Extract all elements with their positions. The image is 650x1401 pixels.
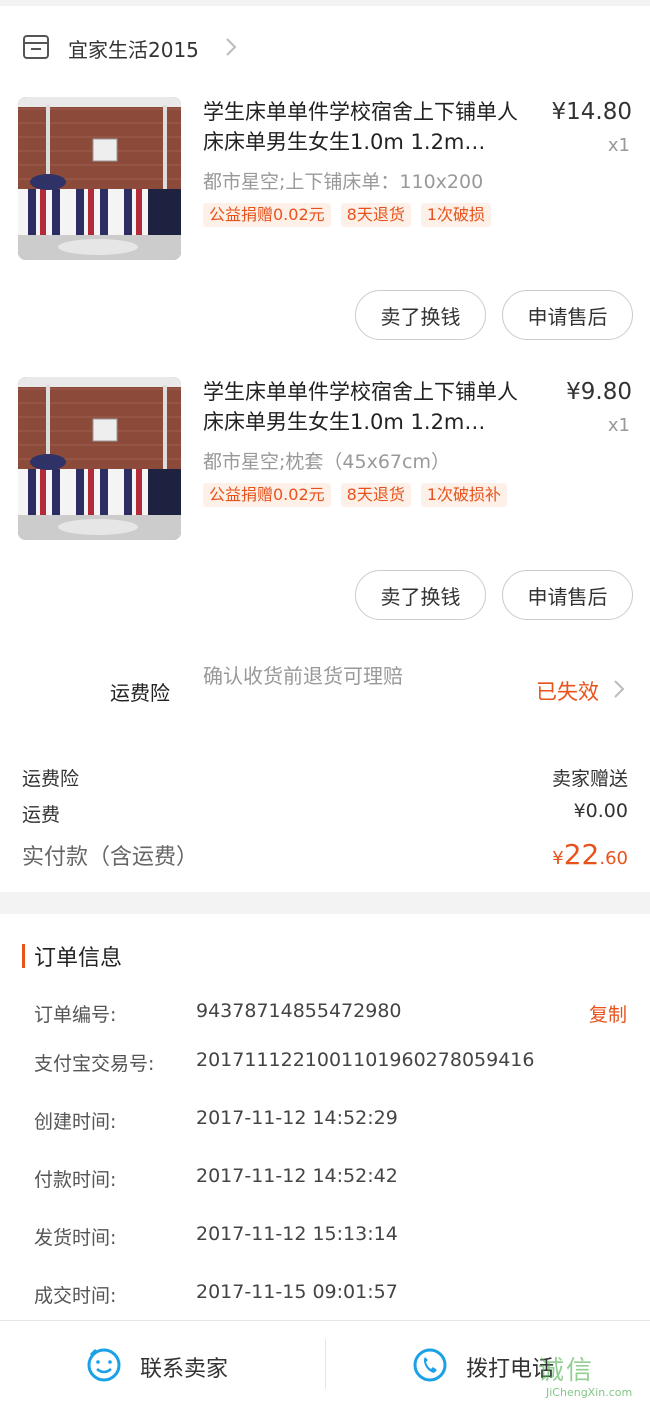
sell-button[interactable]: 卖了换钱 <box>355 570 486 620</box>
copy-button[interactable]: 复制 <box>589 1000 627 1027</box>
sell-button[interactable]: 卖了换钱 <box>355 290 486 340</box>
info-key: 发货时间: <box>34 1227 117 1249</box>
info-key: 创建时间: <box>34 1111 117 1133</box>
contact-seller-button[interactable]: 联系卖家 <box>0 1321 325 1401</box>
total-currency: ¥ <box>552 848 564 869</box>
info-key: 成交时间: <box>34 1285 117 1307</box>
product-title[interactable]: 学生床单单件学校宿舍上下铺单人床床单男生女生1.0m 1.2m… <box>203 377 535 437</box>
total-int: 22 <box>563 838 600 871</box>
tag-return: 8天退货 <box>340 483 411 507</box>
summary-total-row: 实付款（含运费） ¥22.60 <box>22 838 628 871</box>
product-spec: 都市星空;上下铺床单：110x200 <box>203 171 484 193</box>
order-item: 学生床单单件学校宿舍上下铺单人床床单男生女生1.0m 1.2m… ¥14.80 … <box>0 97 650 340</box>
insurance-desc: 确认收货前退货可理赔 <box>203 664 403 688</box>
info-key: 支付宝交易号: <box>34 1053 155 1075</box>
store-icon <box>23 35 49 59</box>
shop-name: 宜家生活2015 <box>68 38 199 62</box>
contact-seller-label: 联系卖家 <box>140 1357 229 1382</box>
chat-smile-icon <box>87 1348 121 1382</box>
info-key: 付款时间: <box>34 1169 117 1191</box>
info-value: 2017-11-15 09:01:57 <box>196 1281 398 1303</box>
info-value: 2017-11-12 14:52:42 <box>196 1165 398 1187</box>
tag-damage: 1次破损 <box>420 203 492 227</box>
summary-shipping-value: ¥0.00 <box>573 800 628 822</box>
section-accent-bar <box>22 944 25 968</box>
summary-shipping-row: 运费 ¥0.00 <box>22 800 628 827</box>
tag-donation: 公益捐赠0.02元 <box>203 483 331 507</box>
total-amount: ¥22.60 <box>552 838 628 871</box>
summary-insurance-row: 运费险 卖家赠送 <box>22 764 628 791</box>
watermark-url: JiChengXin.com <box>546 1386 633 1399</box>
order-info-header: 订单信息 <box>22 944 122 971</box>
product-image[interactable] <box>18 377 181 540</box>
product-price: ¥14.80 <box>551 99 632 125</box>
total-label: 实付款（含运费） <box>22 845 199 870</box>
summary-insurance-label: 运费险 <box>22 768 80 790</box>
info-key: 订单编号: <box>34 1004 117 1026</box>
phone-icon <box>413 1348 447 1382</box>
watermark-logo: 诚信 JiChengXin.com <box>538 1350 650 1401</box>
service-tags: 公益捐赠0.02元 8天退货 1次破损 <box>203 203 492 227</box>
shop-header[interactable]: 宜家生活2015 <box>0 28 650 68</box>
info-value: 2017-11-12 15:13:14 <box>196 1223 398 1245</box>
product-qty: x1 <box>607 135 630 156</box>
tag-donation: 公益捐赠0.02元 <box>203 203 331 227</box>
product-image[interactable] <box>18 97 181 260</box>
info-value: 94378714855472980 <box>196 1000 402 1022</box>
info-value: 2017-11-12 14:52:29 <box>196 1107 398 1129</box>
tag-return: 8天退货 <box>340 203 411 227</box>
product-spec: 都市星空;枕套（45x67cm） <box>203 451 450 473</box>
service-tags: 公益捐赠0.02元 8天退货 1次破损补 <box>203 483 508 507</box>
summary-insurance-value: 卖家赠送 <box>551 768 628 790</box>
insurance-label: 运费险 <box>110 681 170 705</box>
order-info-title: 订单信息 <box>34 946 123 971</box>
after-sale-button[interactable]: 申请售后 <box>502 570 633 620</box>
info-value: 2017111221001101960278059416 <box>196 1049 535 1071</box>
chevron-right-icon <box>614 680 625 698</box>
summary-shipping-label: 运费 <box>22 804 61 826</box>
product-title[interactable]: 学生床单单件学校宿舍上下铺单人床床单男生女生1.0m 1.2m… <box>203 97 535 157</box>
insurance-status: 已失效 <box>536 680 599 704</box>
chevron-right-icon <box>226 38 237 56</box>
total-dec: .60 <box>599 848 628 869</box>
product-qty: x1 <box>607 415 630 436</box>
freight-insurance-row[interactable]: 运费险 确认收货前退货可理赔 已失效 <box>0 656 650 720</box>
tag-damage: 1次破损补 <box>420 483 508 507</box>
order-item: 学生床单单件学校宿舍上下铺单人床床单男生女生1.0m 1.2m… ¥9.80 x… <box>0 377 650 620</box>
after-sale-button[interactable]: 申请售后 <box>502 290 633 340</box>
watermark-text: 诚信 <box>538 1356 595 1386</box>
product-price: ¥9.80 <box>566 379 632 405</box>
